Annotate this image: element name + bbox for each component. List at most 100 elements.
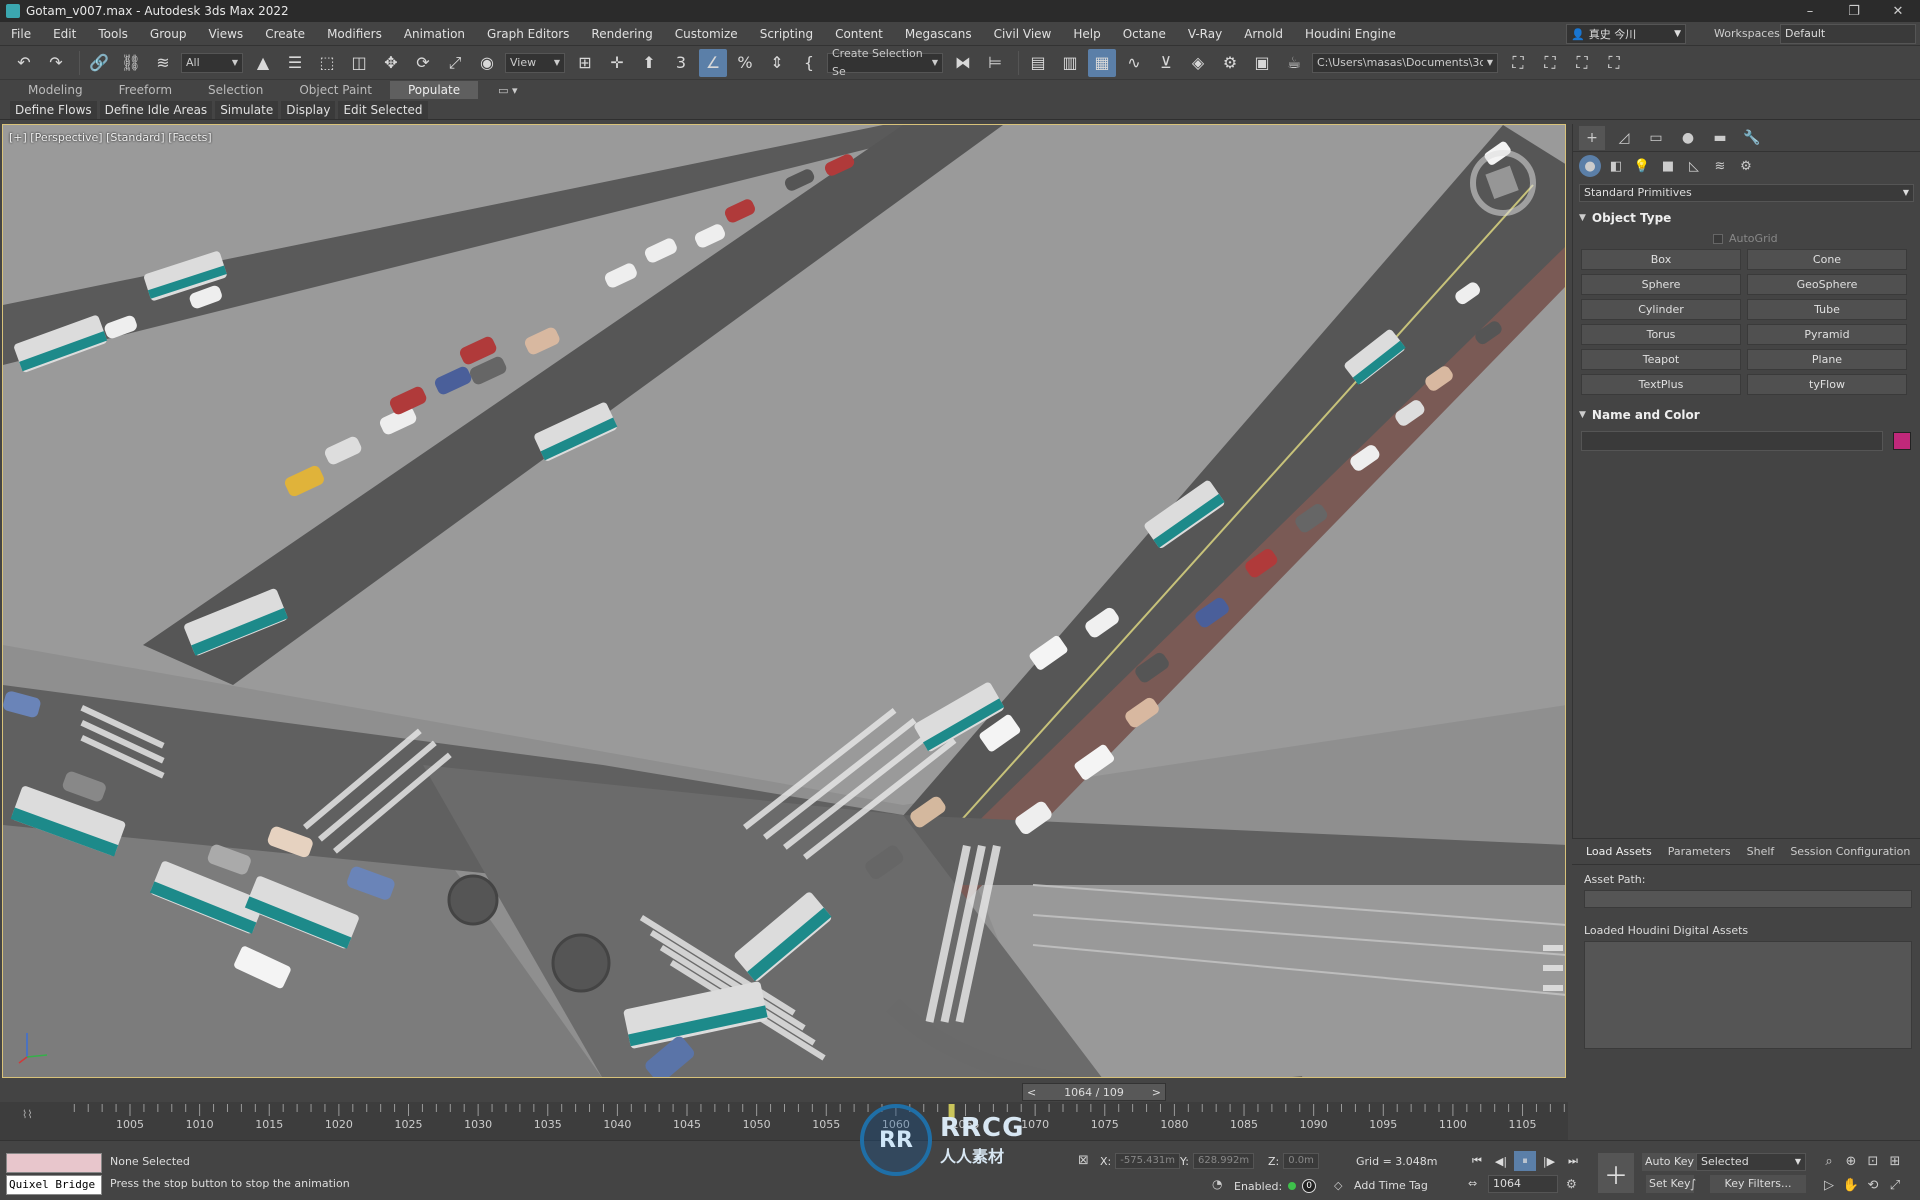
teapot-button[interactable]: Teapot (1581, 349, 1741, 370)
orbit-icon[interactable]: ⟲ (1862, 1175, 1884, 1195)
loaded-assets-list[interactable] (1584, 941, 1912, 1049)
selection-filter-dropdown[interactable]: All ▼ (181, 52, 243, 73)
next-frame-icon[interactable]: |▶ (1538, 1151, 1560, 1171)
tab-shelf[interactable]: Shelf (1739, 840, 1783, 864)
display-button[interactable]: Display (281, 100, 336, 119)
menu-megascans[interactable]: Megascans (894, 22, 983, 46)
systems-icon[interactable]: ⚙ (1735, 155, 1757, 177)
plane-button[interactable]: Plane (1747, 349, 1907, 370)
geometry-icon[interactable]: ● (1579, 155, 1601, 177)
pivot-center-icon[interactable]: ⊞ (571, 49, 599, 77)
user-account-dropdown[interactable]: 👤 真史 今川 ▼ (1566, 24, 1686, 44)
utilities-tab-icon[interactable]: 🔧 (1739, 126, 1765, 150)
key-mode-dropdown[interactable]: Selected ▼ (1696, 1153, 1806, 1171)
textplus-button[interactable]: TextPlus (1581, 374, 1741, 395)
undo-icon[interactable]: ↶ (10, 49, 38, 77)
stop-icon[interactable]: ⏸ (1514, 1151, 1536, 1171)
z-value[interactable]: 0.0m (1283, 1153, 1319, 1169)
menu-help[interactable]: Help (1062, 22, 1111, 46)
time-slider-next[interactable]: > (1152, 1086, 1161, 1099)
unlink-icon[interactable]: ⛓ (117, 49, 145, 77)
add-time-tag-button[interactable]: Add Time Tag (1354, 1179, 1428, 1192)
display-tab-icon[interactable]: ▬ (1707, 126, 1733, 150)
absolute-mode-icon[interactable]: ⊠ (1078, 1153, 1089, 1168)
cylinder-button[interactable]: Cylinder (1581, 299, 1741, 320)
named-selection-dropdown[interactable]: Create Selection Se ▼ (827, 47, 943, 78)
torus-button[interactable]: Torus (1581, 324, 1741, 345)
zoom-extents-icon[interactable]: ⊡ (1862, 1151, 1884, 1171)
time-configuration-icon[interactable]: ⚙ (1566, 1177, 1577, 1191)
hierarchy-tab-icon[interactable]: ▭ (1643, 126, 1669, 150)
default-tangents-icon[interactable]: ∫ (1690, 1177, 1696, 1191)
schematic-view-icon[interactable]: ⊻ (1152, 49, 1180, 77)
select-by-name-icon[interactable]: ☰ (281, 49, 309, 77)
menu-graph-editors[interactable]: Graph Editors (476, 22, 580, 46)
auto-key-button[interactable]: Auto Key (1642, 1153, 1697, 1171)
space-warps-icon[interactable]: ≋ (1709, 155, 1731, 177)
menu-views[interactable]: Views (197, 22, 254, 46)
workspace-select[interactable]: Default (1780, 24, 1916, 44)
tube-button[interactable]: Tube (1747, 299, 1907, 320)
tyflow-button[interactable]: tyFlow (1747, 374, 1907, 395)
zoom-icon[interactable]: ⌕ (1818, 1151, 1840, 1171)
rectangular-selection-icon[interactable]: ⬚ (313, 49, 341, 77)
link-icon[interactable]: 🔗 (85, 49, 113, 77)
y-value[interactable]: 628.992m (1192, 1153, 1255, 1169)
tab-load-assets[interactable]: Load Assets (1578, 840, 1660, 864)
menu-modifiers[interactable]: Modifiers (316, 22, 393, 46)
curve-editor-icon[interactable]: ∿ (1120, 49, 1148, 77)
menu-vray[interactable]: V-Ray (1177, 22, 1233, 46)
menu-houdini-engine[interactable]: Houdini Engine (1294, 22, 1407, 46)
tab-selection[interactable]: Selection (190, 81, 281, 99)
tab-modeling[interactable]: Modeling (10, 81, 101, 99)
time-slider[interactable]: < 1064 / 109 > (0, 1082, 1568, 1102)
menu-customize[interactable]: Customize (664, 22, 749, 46)
render-setup-icon[interactable]: ⚙ (1216, 49, 1244, 77)
open-project-icon[interactable]: ⛶ (1504, 49, 1532, 77)
sphere-button[interactable]: Sphere (1581, 274, 1741, 295)
maxscript-listener-input[interactable] (6, 1153, 102, 1173)
minimize-button[interactable]: – (1788, 0, 1832, 22)
menu-scripting[interactable]: Scripting (749, 22, 824, 46)
move-icon[interactable]: ✥ (377, 49, 405, 77)
reference-coordinate-dropdown[interactable]: View ▼ (505, 52, 565, 73)
menu-content[interactable]: Content (824, 22, 894, 46)
autogrid-checkbox[interactable]: AutoGrid (1713, 232, 1920, 245)
menu-edit[interactable]: Edit (42, 22, 87, 46)
material-editor-icon[interactable]: ◈ (1184, 49, 1212, 77)
select-object-icon[interactable]: ▲ (249, 49, 277, 77)
helpers-icon[interactable]: ◺ (1683, 155, 1705, 177)
placement-icon[interactable]: ◉ (473, 49, 501, 77)
project-folder-icon[interactable]: ⛶ (1568, 49, 1596, 77)
x-value[interactable]: -575.431m (1115, 1153, 1180, 1169)
geometry-category-dropdown[interactable]: Standard Primitives ▼ (1579, 184, 1914, 202)
quixel-bridge-field[interactable]: Quixel Bridge (6, 1175, 102, 1195)
motion-tab-icon[interactable]: ● (1675, 126, 1701, 150)
render-production-icon[interactable]: ☕ (1280, 49, 1308, 77)
zoom-all-icon[interactable]: ⊕ (1840, 1151, 1862, 1171)
close-button[interactable]: ✕ (1876, 0, 1920, 22)
toggle-ribbon-icon[interactable]: ▦ (1088, 48, 1116, 77)
menu-group[interactable]: Group (139, 22, 198, 46)
mirror-icon[interactable]: ⧓ (949, 49, 977, 77)
tab-parameters[interactable]: Parameters (1660, 840, 1739, 864)
maximize-button[interactable]: ❐ (1832, 0, 1876, 22)
go-to-end-icon[interactable]: ⏭ (1562, 1151, 1584, 1171)
go-to-start-icon[interactable]: ⏮ (1466, 1151, 1488, 1171)
redo-icon[interactable]: ↷ (42, 49, 70, 77)
track-bar[interactable]: 1005 1010 1015 1020 1025 1030 1035 1040 1045 1050… (0, 1102, 1568, 1140)
angle-snap-icon[interactable]: ∠ (699, 48, 727, 77)
set-keys-icon[interactable]: ＋ (1598, 1153, 1634, 1193)
rotate-icon[interactable]: ⟳ (409, 49, 437, 77)
simulate-button[interactable]: Simulate (215, 100, 279, 119)
layer-explorer-icon[interactable]: ▥ (1056, 49, 1084, 77)
field-of-view-icon[interactable]: ▷ (1818, 1175, 1840, 1195)
time-config-icon[interactable]: ⇔ (1468, 1177, 1477, 1190)
menu-animation[interactable]: Animation (393, 22, 476, 46)
adaptive-degradation-icon[interactable]: ◔ (1212, 1177, 1222, 1191)
cameras-icon[interactable]: ■ (1657, 155, 1679, 177)
menu-civil-view[interactable]: Civil View (983, 22, 1063, 46)
bind-spacewarp-icon[interactable]: ≋ (149, 49, 177, 77)
previous-frame-icon[interactable]: ◀| (1490, 1151, 1512, 1171)
maximize-viewport-icon[interactable]: ⤢ (1884, 1175, 1906, 1195)
